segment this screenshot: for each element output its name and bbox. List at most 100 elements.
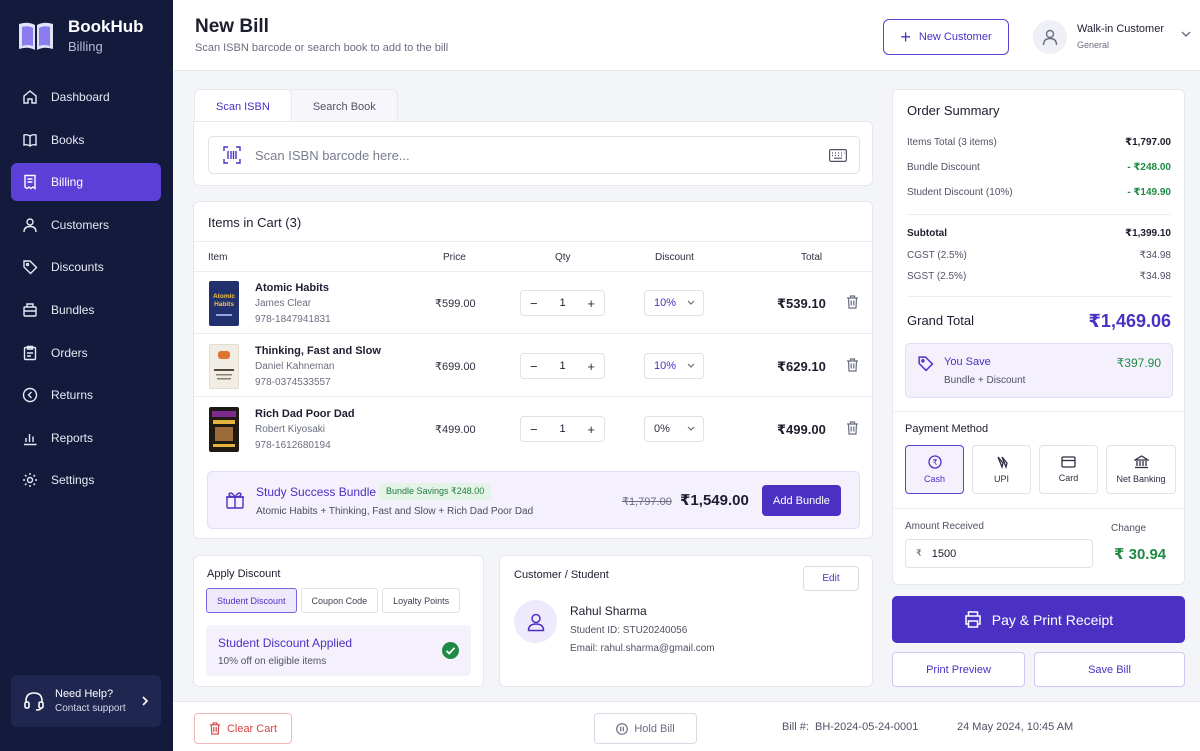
save-bill-button[interactable]: Save Bill (1034, 652, 1185, 687)
payment-cash[interactable]: ₹ Cash (905, 445, 964, 494)
chevron-down-icon (687, 426, 695, 431)
payment-card[interactable]: Card (1039, 445, 1098, 494)
chevron-right-icon (142, 696, 149, 706)
subtotal-row: Subtotal ₹1,399.10 (907, 228, 1171, 239)
isbn-scan-placeholder: Scan ISBN barcode here... (255, 147, 410, 163)
chevron-down-icon (1181, 31, 1191, 37)
tab-scan-isbn[interactable]: Scan ISBN (194, 89, 292, 123)
discount-select[interactable]: 10% (644, 353, 704, 379)
page-header: New Bill Scan ISBN barcode or search boo… (173, 0, 1200, 71)
discount-tabs: Student Discount Coupon Code Loyalty Poi… (206, 588, 464, 613)
bundle-offer: Study Success Bundle Bundle Savings ₹248… (207, 471, 860, 529)
keyboard-icon[interactable] (829, 149, 847, 162)
sidebar-item-label: Settings (51, 473, 95, 488)
you-save-value: ₹397.90 (1116, 356, 1161, 370)
add-bundle-button[interactable]: Add Bundle (762, 485, 841, 516)
discount-value: 10% (654, 297, 677, 309)
qty-value: 1 (559, 423, 566, 435)
book-price: ₹499.00 (435, 424, 476, 436)
bar-chart-icon (24, 433, 37, 445)
sidebar-item-settings[interactable]: Settings (11, 461, 161, 499)
help-card[interactable]: Need Help? Contact support (11, 675, 161, 727)
change-value: ₹ 30.94 (1114, 546, 1167, 563)
qty-decrement-button[interactable]: − (530, 296, 538, 311)
cart-table-header: Item Price Qty Discount Total (194, 241, 872, 272)
trash-icon[interactable] (846, 421, 859, 435)
qty-decrement-button[interactable]: − (530, 359, 538, 374)
sidebar-item-label: Discounts (51, 260, 104, 275)
currency-symbol: ₹ (916, 548, 922, 558)
printer-icon (965, 611, 981, 628)
quantity-stepper: − 1 + (520, 353, 605, 379)
discount-select[interactable]: 10% (644, 290, 704, 316)
sidebar-item-billing[interactable]: Billing (11, 163, 161, 202)
customer-selector[interactable]: Walk-in Customer General (1033, 19, 1193, 55)
sidebar-item-dashboard[interactable]: Dashboard (11, 78, 161, 116)
sidebar-item-customers[interactable]: Customers (11, 206, 161, 244)
sidebar-item-bundles[interactable]: Bundles (11, 291, 161, 329)
sidebar-item-books[interactable]: Books (11, 121, 161, 159)
book-title: Atomic Habits (255, 282, 329, 294)
discount-value: 10% (654, 360, 677, 372)
sidebar-item-label: Reports (51, 430, 94, 445)
hold-bill-label: Hold Bill (634, 722, 675, 735)
bundle-discount-value: - ₹248.00 (1127, 162, 1171, 173)
trash-icon[interactable] (846, 295, 859, 309)
apply-discount-title: Apply Discount (207, 568, 281, 580)
pay-print-receipt-button[interactable]: Pay & Print Receipt (892, 596, 1185, 643)
student-avatar-icon (514, 600, 557, 643)
edit-customer-button[interactable]: Edit (803, 566, 859, 591)
tag-icon (23, 260, 38, 275)
col-discount: Discount (655, 252, 694, 263)
qty-increment-button[interactable]: + (587, 296, 595, 311)
book-cover-thinking-fast-and-slow (209, 344, 239, 389)
payment-cash-label: Cash (923, 474, 945, 484)
student-id: Student ID: STU20240056 (570, 625, 688, 636)
discount-select[interactable]: 0% (644, 416, 704, 442)
clipboard-icon (23, 345, 37, 360)
customer-student-title: Customer / Student (514, 569, 609, 581)
tab-search-book[interactable]: Search Book (291, 89, 398, 123)
discount-value: 0% (654, 423, 670, 435)
divider (893, 411, 1184, 412)
sidebar-nav: Dashboard Books Billing Customers Discou… (11, 78, 161, 504)
sidebar-item-label: Dashboard (51, 90, 110, 104)
book-isbn: 978-1847941831 (255, 314, 331, 325)
trash-icon[interactable] (846, 358, 859, 372)
upi-icon (996, 456, 1008, 469)
qty-value: 1 (559, 297, 566, 309)
amount-received-input[interactable]: ₹ 1500 (905, 539, 1093, 568)
cash-coin-icon: ₹ (927, 455, 942, 469)
payment-upi[interactable]: UPI (972, 445, 1031, 494)
discount-applied-title: Student Discount Applied (218, 636, 353, 650)
bank-icon (1133, 455, 1149, 469)
sidebar-item-discounts[interactable]: Discounts (11, 248, 161, 286)
clear-cart-button[interactable]: Clear Cart (194, 713, 292, 744)
sidebar-item-reports[interactable]: Reports (11, 419, 161, 457)
sidebar-item-returns[interactable]: Returns (11, 376, 161, 414)
you-save-box: You Save Bundle + Discount ₹397.90 (905, 343, 1173, 398)
new-customer-button[interactable]: + New Customer (883, 19, 1009, 55)
page-title: New Bill (195, 16, 269, 37)
cgst-label: CGST (2.5%) (907, 250, 967, 261)
payment-net-banking[interactable]: Net Banking (1106, 445, 1176, 494)
col-item: Item (208, 252, 228, 263)
qty-increment-button[interactable]: + (587, 422, 595, 437)
table-row: Atomic Habits Atomic Habits James Clear 9… (194, 271, 872, 334)
user-avatar-icon (1033, 20, 1067, 54)
you-save-title: You Save (944, 356, 991, 368)
sidebar-item-orders[interactable]: Orders (11, 334, 161, 372)
hold-bill-button[interactable]: Hold Bill (594, 713, 697, 744)
tab-student-discount[interactable]: Student Discount (206, 588, 297, 613)
tab-coupon-code[interactable]: Coupon Code (300, 588, 379, 613)
qty-increment-button[interactable]: + (587, 359, 595, 374)
items-total-value: ₹1,797.00 (1125, 137, 1171, 148)
tab-loyalty-points[interactable]: Loyalty Points (382, 588, 461, 613)
isbn-scan-input[interactable]: Scan ISBN barcode here... (208, 136, 860, 174)
print-preview-button[interactable]: Print Preview (892, 652, 1025, 687)
student-discount-value: - ₹149.90 (1127, 187, 1171, 198)
receipt-icon (24, 174, 36, 191)
qty-decrement-button[interactable]: − (530, 422, 538, 437)
sidebar-item-label: Books (51, 132, 85, 147)
credit-card-icon (1061, 456, 1076, 468)
